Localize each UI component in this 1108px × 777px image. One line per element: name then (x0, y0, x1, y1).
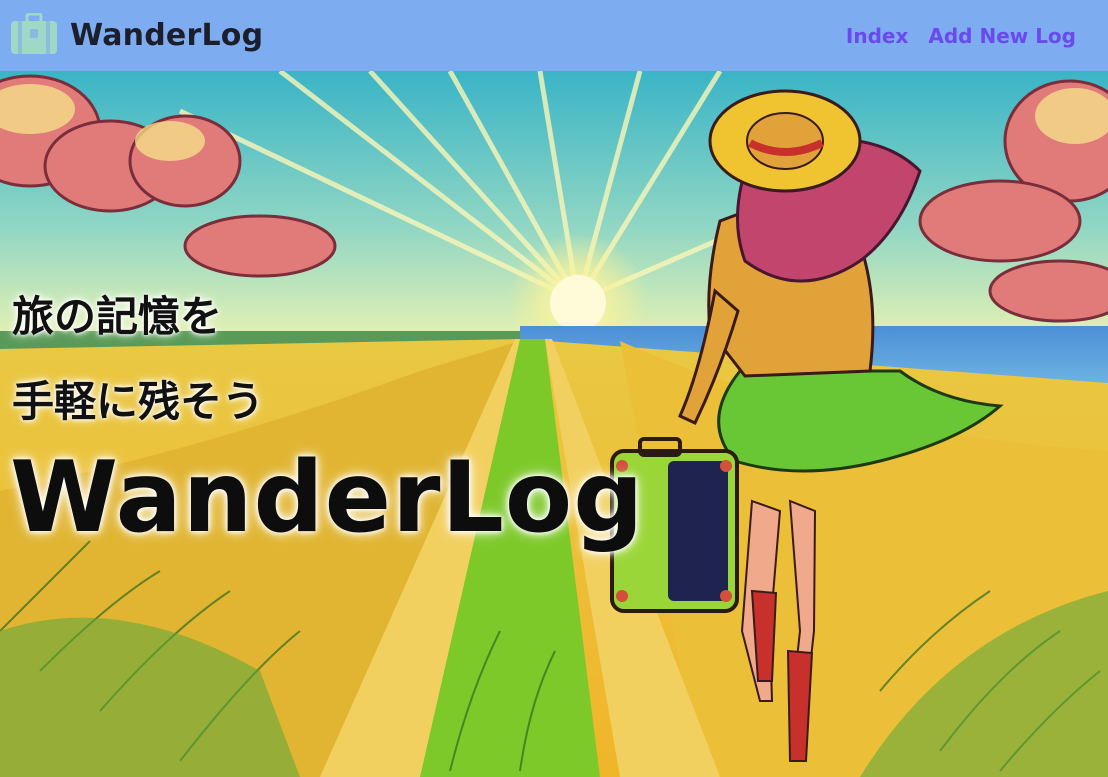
brand[interactable]: WanderLog (10, 12, 264, 59)
hero-tagline-line2: 手軽に残そう (12, 377, 265, 426)
nav-links: Index Add New Log (846, 24, 1076, 48)
hero-title: WanderLog (10, 441, 645, 555)
suitcase-icon (10, 12, 58, 59)
nav-link-index[interactable]: Index (846, 24, 908, 48)
nav-link-add-new-log[interactable]: Add New Log (928, 24, 1076, 48)
hero-section: 旅の記憶を 手軽に残そう WanderLog (0, 71, 1108, 777)
navbar: WanderLog Index Add New Log (0, 0, 1108, 71)
brand-name: WanderLog (70, 18, 264, 53)
hero-tagline-line1: 旅の記憶を (12, 292, 223, 341)
